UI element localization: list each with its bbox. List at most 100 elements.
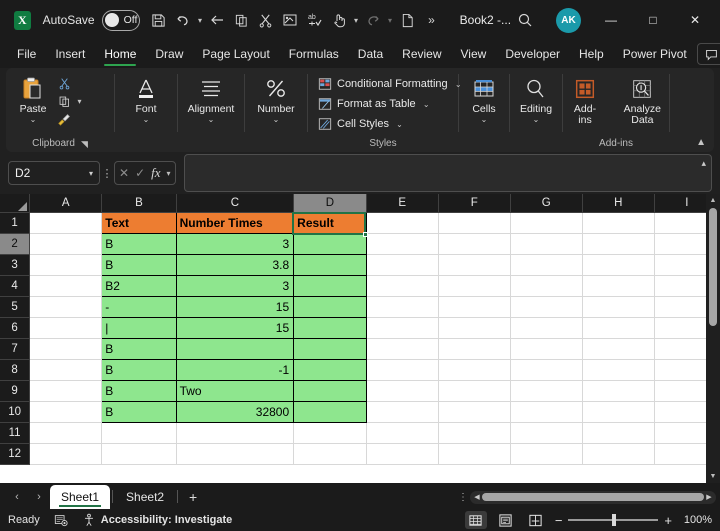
previous-sheet-icon[interactable]: ‹ [6,485,28,509]
column-header-b[interactable]: B [102,194,176,212]
cell-E10[interactable] [366,401,438,422]
sheet-tab-sheet2[interactable]: Sheet2 [115,485,175,509]
cell-C3[interactable]: 3.8 [176,254,294,275]
new-file-icon[interactable] [395,6,419,34]
normal-view-button[interactable] [465,511,487,529]
cell-E5[interactable] [366,296,438,317]
horizontal-scrollbar[interactable]: ◀ ▶ [470,491,716,504]
row-header-9[interactable]: 9 [0,380,30,401]
cell-D4[interactable] [294,275,367,296]
spelling-icon[interactable]: ab [302,6,326,34]
cell-C12[interactable] [176,443,294,464]
tab-insert[interactable]: Insert [46,44,94,64]
zoom-level-label[interactable]: 100% [678,514,712,526]
back-arrow-icon[interactable] [205,6,229,34]
expand-formula-bar-icon[interactable]: ▴ [701,158,706,169]
next-sheet-icon[interactable]: › [28,485,50,509]
cell-D6[interactable] [294,317,367,338]
cell-C11[interactable] [176,422,294,443]
cell-F11[interactable] [438,422,510,443]
row-header-10[interactable]: 10 [0,401,30,422]
vertical-scroll-thumb[interactable] [709,208,717,326]
alignment-button[interactable]: Alignment ⌄ [182,72,241,124]
column-header-c[interactable]: C [176,194,294,212]
cell-A3[interactable] [30,254,102,275]
font-dropdown-icon[interactable]: ⌄ [143,116,150,124]
sheet-tab-sheet1[interactable]: Sheet1 [50,485,110,509]
column-header-a[interactable]: A [30,194,102,212]
cell-B3[interactable]: B [102,254,176,275]
cell-F4[interactable] [438,275,510,296]
row-header-1[interactable]: 1 [0,212,30,233]
row-header-2[interactable]: 2 [0,233,30,254]
cell-B9[interactable]: B [102,380,176,401]
cell-D9[interactable] [294,380,367,401]
cell-B6[interactable]: | [102,317,176,338]
cell-E2[interactable] [366,233,438,254]
cell-B8[interactable]: B [102,359,176,380]
cell-A5[interactable] [30,296,102,317]
cell-E7[interactable] [366,338,438,359]
row-header-7[interactable]: 7 [0,338,30,359]
column-header-h[interactable]: H [582,194,654,212]
cell-A8[interactable] [30,359,102,380]
cell-D3[interactable] [294,254,367,275]
clipboard-dialog-launcher-icon[interactable]: ◥ [81,136,88,152]
copy-icon[interactable] [229,6,253,34]
row-header-5[interactable]: 5 [0,296,30,317]
scroll-right-icon[interactable]: ▶ [704,493,714,501]
cell-H7[interactable] [582,338,654,359]
paste-button[interactable]: Paste ⌄ [12,72,54,124]
row-header-3[interactable]: 3 [0,254,30,275]
cancel-x-icon[interactable]: ✕ [119,166,129,180]
cell-F7[interactable] [438,338,510,359]
zoom-slider[interactable] [568,519,658,521]
formula-dropdown-icon[interactable]: ▾ [167,169,171,178]
copy-icon[interactable] [54,95,74,108]
column-header-g[interactable]: G [510,194,582,212]
search-icon[interactable] [511,6,539,34]
spreadsheet-grid[interactable]: A B C D E F G H I 1TextNumber TimesResul… [0,194,720,483]
cell-D2[interactable] [294,233,367,254]
cell-B11[interactable] [102,422,176,443]
cell-F10[interactable] [438,401,510,422]
cell-G2[interactable] [510,233,582,254]
cell-G4[interactable] [510,275,582,296]
cell-A2[interactable] [30,233,102,254]
undo-dropdown-icon[interactable]: ▾ [195,16,205,25]
tab-help[interactable]: Help [570,44,613,64]
cell-E3[interactable] [366,254,438,275]
insert-function-icon[interactable]: fx [151,165,160,181]
cell-B2[interactable]: B [102,233,176,254]
cell-F5[interactable] [438,296,510,317]
cell-G12[interactable] [510,443,582,464]
number-button[interactable]: Number ⌄ [251,72,300,124]
tab-data[interactable]: Data [349,44,392,64]
tab-home[interactable]: Home [95,44,145,64]
formula-input[interactable]: ▴ [184,154,712,192]
cell-G8[interactable] [510,359,582,380]
page-break-view-button[interactable] [525,511,547,529]
cell-C10[interactable]: 32800 [176,401,294,422]
cell-C8[interactable]: -1 [176,359,294,380]
cell-A1[interactable] [30,212,102,233]
cell-A10[interactable] [30,401,102,422]
cell-E1[interactable] [366,212,438,233]
scroll-down-icon[interactable]: ▼ [710,470,717,483]
cell-E4[interactable] [366,275,438,296]
add-sheet-button[interactable]: + [180,485,206,509]
tab-developer[interactable]: Developer [496,44,569,64]
cell-F3[interactable] [438,254,510,275]
cell-G1[interactable] [510,212,582,233]
cell-A12[interactable] [30,443,102,464]
cell-F8[interactable] [438,359,510,380]
cell-A9[interactable] [30,380,102,401]
cell-G5[interactable] [510,296,582,317]
cell-A11[interactable] [30,422,102,443]
select-all-corner[interactable] [0,194,30,212]
column-header-e[interactable]: E [366,194,438,212]
cell-H3[interactable] [582,254,654,275]
cell-C6[interactable]: 15 [176,317,294,338]
cell-styles-dropdown-icon[interactable]: ⌄ [394,120,405,129]
cell-styles-button[interactable]: Cell Styles ⌄ [314,114,409,134]
